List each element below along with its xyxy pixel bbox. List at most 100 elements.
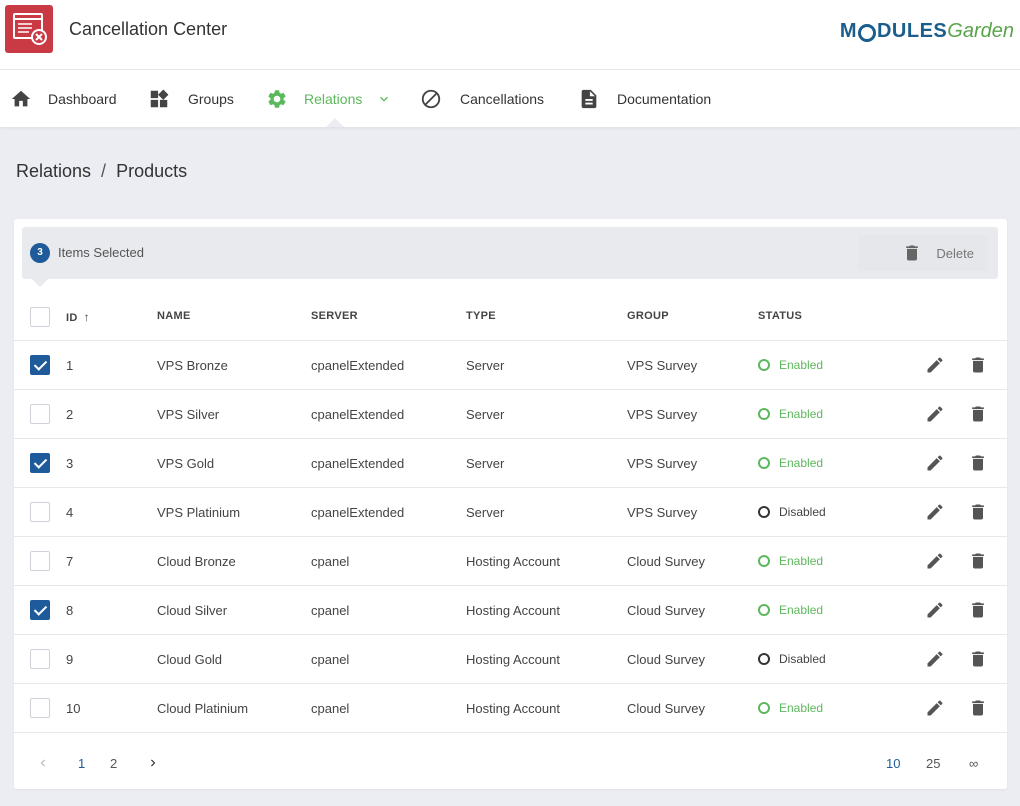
- cell-server: cpanelExtended: [311, 407, 405, 422]
- row-checkbox[interactable]: [30, 600, 50, 620]
- status-label: Enabled: [779, 701, 824, 715]
- status-badge: Disabled: [758, 505, 826, 519]
- status-dot-icon: [758, 408, 770, 420]
- chevron-down-icon[interactable]: [376, 91, 392, 107]
- column-header-id[interactable]: ID ↑: [66, 310, 90, 324]
- products-table-card: 3 Items Selected Delete ID ↑ NAME SERVER …: [14, 219, 1007, 789]
- delete-button[interactable]: [968, 600, 988, 620]
- select-all-checkbox[interactable]: [30, 307, 50, 327]
- gear-icon: [268, 89, 286, 108]
- cell-group: Cloud Survey: [627, 652, 706, 667]
- cell-name: VPS Gold: [157, 456, 215, 471]
- app-title: Cancellation Center: [69, 19, 228, 39]
- column-header-label: ID: [66, 312, 78, 324]
- cell-group: VPS Survey: [627, 407, 698, 422]
- delete-button[interactable]: [968, 404, 988, 424]
- next-page-button[interactable]: [146, 756, 160, 773]
- status-label: Disabled: [779, 652, 826, 666]
- cell-type: Server: [466, 456, 505, 471]
- row-checkbox[interactable]: [30, 355, 50, 375]
- cell-id: 8: [66, 603, 74, 618]
- column-header-type[interactable]: TYPE: [466, 310, 496, 322]
- delete-button[interactable]: [968, 698, 988, 718]
- cell-group: Cloud Survey: [627, 701, 706, 716]
- delete-button[interactable]: [968, 453, 988, 473]
- status-badge: Enabled: [758, 701, 823, 715]
- column-header-name[interactable]: NAME: [157, 310, 191, 322]
- edit-button[interactable]: [925, 453, 945, 473]
- status-badge: Enabled: [758, 603, 823, 617]
- cell-group: VPS Survey: [627, 456, 698, 471]
- trash-icon: [968, 553, 988, 575]
- edit-button[interactable]: [925, 404, 945, 424]
- delete-button[interactable]: [968, 551, 988, 571]
- brand-text-garden: Garden: [947, 19, 1014, 42]
- column-header-status[interactable]: STATUS: [758, 310, 802, 322]
- row-checkbox[interactable]: [30, 502, 50, 522]
- pencil-icon: [925, 602, 945, 624]
- page-size-all[interactable]: ∞: [969, 756, 978, 771]
- cell-server: cpanel: [311, 652, 350, 667]
- nav-item-groups[interactable]: Groups: [148, 70, 234, 127]
- breadcrumb-parent[interactable]: Relations: [16, 161, 91, 181]
- modulesgarden-logo[interactable]: M DULES Garden: [840, 18, 1014, 44]
- edit-button[interactable]: [925, 649, 945, 669]
- edit-button[interactable]: [925, 355, 945, 375]
- nav-item-documentation[interactable]: Documentation: [578, 70, 711, 127]
- main-nav: Dashboard Groups Relations Cancellations…: [0, 70, 1020, 127]
- cell-group: Cloud Survey: [627, 554, 706, 569]
- status-dot-icon: [758, 555, 770, 567]
- page-size-25[interactable]: 25: [926, 756, 940, 771]
- chevron-right-icon: [151, 759, 156, 767]
- nav-item-label: Cancellations: [460, 90, 545, 107]
- status-label: Enabled: [779, 358, 824, 372]
- edit-button[interactable]: [925, 698, 945, 718]
- table-row: 3 VPS Gold cpanelExtended Server VPS Survey E…: [14, 439, 1007, 488]
- edit-button[interactable]: [925, 600, 945, 620]
- delete-selected-button[interactable]: Delete: [858, 235, 988, 271]
- cell-name: Cloud Silver: [157, 603, 228, 618]
- cancellation-center-logo-icon: [5, 5, 53, 53]
- table-footer: 1 2 10 25 ∞: [14, 741, 1007, 789]
- edit-button[interactable]: [925, 502, 945, 522]
- pencil-icon: [925, 406, 945, 428]
- nav-item-label: Relations: [304, 90, 363, 107]
- status-label: Enabled: [779, 407, 824, 421]
- cell-id: 9: [66, 652, 74, 667]
- row-checkbox[interactable]: [30, 649, 50, 669]
- edit-button[interactable]: [925, 551, 945, 571]
- column-header-group[interactable]: GROUP: [627, 310, 669, 322]
- page-size-10[interactable]: 10: [886, 756, 900, 771]
- status-dot-icon: [758, 604, 770, 616]
- table-row: 9 Cloud Gold cpanel Hosting Account Cloud Su…: [14, 635, 1007, 684]
- previous-page-button[interactable]: [36, 756, 50, 773]
- selected-label: Items Selected: [58, 245, 144, 260]
- cell-id: 1: [66, 358, 74, 373]
- top-bar: Cancellation Center M DULES Garden: [0, 0, 1020, 70]
- row-checkbox[interactable]: [30, 551, 50, 571]
- active-nav-indicator: [326, 118, 344, 127]
- delete-button[interactable]: [968, 649, 988, 669]
- cell-server: cpanelExtended: [311, 505, 405, 520]
- page-button-2[interactable]: 2: [110, 756, 117, 771]
- row-checkbox[interactable]: [30, 453, 50, 473]
- page-button-1[interactable]: 1: [78, 756, 85, 771]
- trash-icon: [968, 455, 988, 477]
- cell-type: Hosting Account: [466, 603, 560, 618]
- nav-item-dashboard[interactable]: Dashboard: [10, 70, 117, 127]
- trash-icon: [968, 602, 988, 624]
- cell-id: 3: [66, 456, 74, 471]
- pencil-icon: [925, 553, 945, 575]
- selection-toolbar: 3 Items Selected Delete: [22, 227, 998, 279]
- nav-item-cancellations[interactable]: Cancellations: [420, 70, 544, 127]
- delete-button[interactable]: [968, 502, 988, 522]
- row-checkbox[interactable]: [30, 404, 50, 424]
- cell-name: Cloud Gold: [157, 652, 223, 667]
- nav-item-label: Dashboard: [48, 90, 117, 107]
- column-header-server[interactable]: SERVER: [311, 310, 358, 322]
- delete-button[interactable]: [968, 355, 988, 375]
- status-dot-icon: [758, 457, 770, 469]
- cell-type: Server: [466, 407, 505, 422]
- row-checkbox[interactable]: [30, 698, 50, 718]
- cell-type: Hosting Account: [466, 554, 560, 569]
